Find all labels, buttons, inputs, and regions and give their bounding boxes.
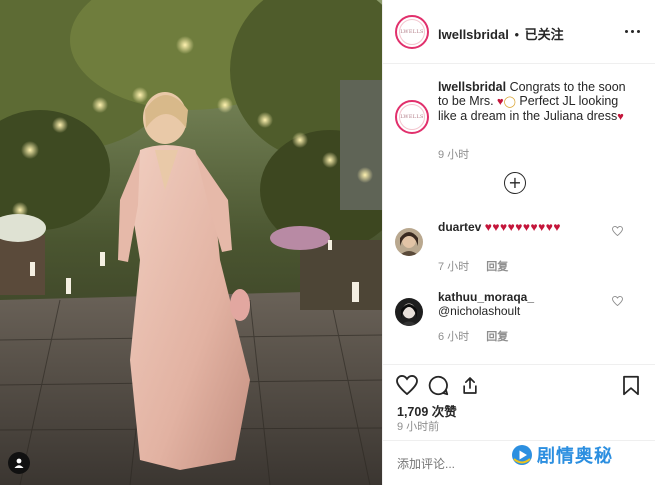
comment-text: kathuu_moraqa_ @nicholashoult <box>438 290 608 318</box>
watermark: 剧情奥秘 <box>511 440 651 470</box>
bookmark-icon[interactable] <box>622 375 640 396</box>
watermark-text: 剧情奥秘 <box>537 446 613 467</box>
post-timestamp: 9 小时前 <box>397 421 440 433</box>
comments-list[interactable]: LWELLS lwellsbridal Congrats to the soon… <box>383 64 655 364</box>
avatar[interactable] <box>395 298 423 326</box>
comment-body[interactable]: @nicholashoult <box>438 304 520 318</box>
comment-meta: 6 小时 回复 <box>438 328 508 344</box>
post-photo[interactable] <box>0 0 382 485</box>
load-more-icon[interactable]: + <box>504 172 526 194</box>
post-actions <box>383 364 655 404</box>
heart-icon[interactable] <box>396 375 418 395</box>
avatar[interactable]: LWELLS <box>395 15 429 49</box>
separator-dot: • <box>514 27 519 42</box>
comment-icon[interactable] <box>428 375 449 396</box>
heart-icon[interactable] <box>612 226 623 236</box>
caption-avatar[interactable]: LWELLS <box>395 100 429 134</box>
caption-timestamp: 9 小时 <box>438 149 470 161</box>
comment-timestamp: 6 小时 <box>438 331 470 343</box>
comment-body: ♥♥♥♥♥♥♥♥♥♥ <box>484 220 561 234</box>
comment-username[interactable]: kathuu_moraqa_ <box>438 290 534 304</box>
comment-meta: 7 小时 回复 <box>438 258 508 274</box>
caption-text: lwellsbridal Congrats to the soon to be … <box>438 80 638 124</box>
follow-status-button[interactable]: 已关注 <box>525 27 564 42</box>
brand-logo: LWELLS <box>399 104 425 130</box>
post-header: LWELLS lwellsbridal • 已关注 <box>383 0 655 64</box>
author-username[interactable]: lwellsbridal <box>438 27 509 42</box>
comment-text: duartev ♥♥♥♥♥♥♥♥♥♥ <box>438 220 608 234</box>
post-sidebar: LWELLS lwellsbridal • 已关注 LWELLS lwellsb… <box>382 0 655 485</box>
avatar[interactable] <box>395 228 423 256</box>
play-logo-icon <box>512 445 532 465</box>
heart-emoji-icon: ♥ <box>617 111 624 123</box>
heart-icon[interactable] <box>612 296 623 306</box>
comment-timestamp: 7 小时 <box>438 261 470 273</box>
brand-logo: LWELLS <box>399 19 425 45</box>
more-icon[interactable] <box>625 30 640 33</box>
share-icon[interactable] <box>460 375 480 396</box>
reply-button[interactable]: 回复 <box>486 261 508 273</box>
post-author: lwellsbridal • 已关注 <box>438 24 564 43</box>
comment-username[interactable]: duartev <box>438 220 481 234</box>
tag-user-icon[interactable] <box>8 452 30 474</box>
instagram-post-modal: LWELLS lwellsbridal • 已关注 LWELLS lwellsb… <box>0 0 655 485</box>
ring-emoji-icon: ◯ <box>503 96 516 108</box>
photo-illustration <box>0 0 382 485</box>
reply-button[interactable]: 回复 <box>486 331 508 343</box>
caption-username[interactable]: lwellsbridal <box>438 80 506 94</box>
